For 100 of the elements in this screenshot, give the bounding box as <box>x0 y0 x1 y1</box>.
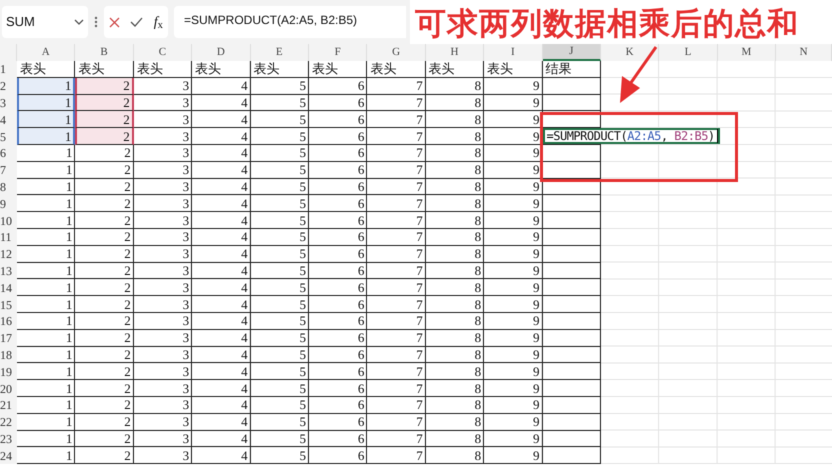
table-cell[interactable]: 4 <box>192 246 251 263</box>
table-cell[interactable]: 1 <box>17 279 76 296</box>
table-cell[interactable]: 6 <box>308 178 368 196</box>
table-cell[interactable]: 9 <box>484 346 543 364</box>
table-cell[interactable]: 1 <box>17 312 76 330</box>
table-cell[interactable]: 7 <box>367 380 426 397</box>
table-cell[interactable]: 8 <box>426 279 484 296</box>
table-cell[interactable]: 4 <box>192 162 251 179</box>
table-cell[interactable]: 2 <box>75 447 134 464</box>
row-header[interactable]: 15 <box>0 296 17 313</box>
table-cell[interactable]: 9 <box>484 144 543 162</box>
table-cell[interactable]: 5 <box>250 430 309 448</box>
table-cell[interactable]: 1 <box>17 111 76 128</box>
cell-editor[interactable]: =SUMPRODUCT(A2:A5, B2:B5) <box>542 128 720 144</box>
table-cell[interactable]: 2 <box>75 312 134 330</box>
table-cell[interactable]: 3 <box>134 330 192 347</box>
table-cell[interactable] <box>542 296 601 313</box>
row-header[interactable]: 21 <box>0 396 17 414</box>
table-cell[interactable]: 3 <box>134 78 192 95</box>
table-cell[interactable]: 2 <box>75 128 134 145</box>
table-cell[interactable]: 5 <box>250 162 309 179</box>
table-cell[interactable]: 7 <box>367 296 426 313</box>
row-header[interactable]: 11 <box>0 228 17 246</box>
column-header[interactable]: B <box>75 44 134 61</box>
table-cell[interactable]: 1 <box>17 162 76 179</box>
row-header[interactable]: 20 <box>0 380 17 397</box>
table-cell[interactable]: 表头 <box>308 61 368 78</box>
table-cell[interactable]: 3 <box>134 346 192 364</box>
table-cell[interactable] <box>542 246 601 263</box>
table-cell[interactable]: 5 <box>250 144 309 162</box>
table-cell[interactable]: 2 <box>75 414 134 431</box>
table-cell[interactable]: 6 <box>308 380 368 397</box>
table-cell[interactable] <box>542 346 601 364</box>
table-cell[interactable]: 6 <box>308 195 368 212</box>
table-cell[interactable]: 表头 <box>367 61 426 78</box>
table-cell[interactable]: 3 <box>134 296 192 313</box>
row-header[interactable]: 2 <box>0 78 17 95</box>
insert-function-button[interactable]: f$_{x}$ <box>154 12 163 32</box>
table-cell[interactable] <box>542 330 601 347</box>
row-header[interactable]: 7 <box>0 162 17 179</box>
table-cell[interactable]: 3 <box>134 380 192 397</box>
table-cell[interactable]: 6 <box>308 262 368 280</box>
table-cell[interactable]: 5 <box>250 228 309 246</box>
table-cell[interactable]: 8 <box>426 447 484 464</box>
table-cell[interactable]: 7 <box>367 430 426 448</box>
table-cell[interactable]: 7 <box>367 279 426 296</box>
table-cell[interactable]: 6 <box>308 414 368 431</box>
table-cell[interactable]: 9 <box>484 262 543 280</box>
row-header[interactable]: 8 <box>0 178 17 196</box>
table-cell[interactable]: 1 <box>17 78 76 95</box>
column-header[interactable]: J <box>542 44 601 61</box>
table-cell[interactable]: 1 <box>17 212 76 229</box>
table-cell[interactable] <box>542 363 601 380</box>
table-cell[interactable]: 6 <box>308 228 368 246</box>
table-cell[interactable]: 3 <box>134 246 192 263</box>
table-cell[interactable]: 5 <box>250 312 309 330</box>
table-cell[interactable]: 5 <box>250 78 309 95</box>
table-cell[interactable]: 3 <box>134 363 192 380</box>
table-cell[interactable]: 9 <box>484 94 543 112</box>
table-cell[interactable]: 9 <box>484 246 543 263</box>
row-header[interactable]: 12 <box>0 246 17 263</box>
table-cell[interactable]: 9 <box>484 279 543 296</box>
row-header[interactable]: 16 <box>0 312 17 330</box>
table-cell[interactable]: 3 <box>134 111 192 128</box>
row-header[interactable]: 10 <box>0 212 17 229</box>
table-cell[interactable]: 5 <box>250 279 309 296</box>
table-cell[interactable]: 7 <box>367 78 426 95</box>
table-cell[interactable]: 5 <box>250 296 309 313</box>
table-cell[interactable]: 表头 <box>250 61 309 78</box>
table-cell[interactable]: 1 <box>17 380 76 397</box>
table-cell[interactable]: 3 <box>134 414 192 431</box>
table-cell[interactable]: 4 <box>192 262 251 280</box>
table-cell[interactable]: 5 <box>250 447 309 464</box>
table-cell[interactable]: 3 <box>134 430 192 448</box>
table-cell[interactable]: 7 <box>367 212 426 229</box>
table-cell[interactable]: 3 <box>134 312 192 330</box>
table-cell[interactable]: 9 <box>484 296 543 313</box>
row-header[interactable]: 24 <box>0 447 17 464</box>
table-cell[interactable]: 2 <box>75 94 134 112</box>
table-cell[interactable]: 9 <box>484 363 543 380</box>
table-cell[interactable]: 6 <box>308 296 368 313</box>
table-cell[interactable] <box>542 312 601 330</box>
table-cell[interactable]: 5 <box>250 330 309 347</box>
row-header[interactable]: 22 <box>0 414 17 431</box>
table-cell[interactable]: 8 <box>426 330 484 347</box>
table-cell[interactable]: 7 <box>367 346 426 364</box>
table-cell[interactable]: 2 <box>75 430 134 448</box>
table-cell[interactable]: 9 <box>484 178 543 196</box>
table-cell[interactable]: 2 <box>75 380 134 397</box>
table-cell[interactable]: 1 <box>17 396 76 414</box>
table-cell[interactable]: 8 <box>426 111 484 128</box>
table-cell[interactable]: 3 <box>134 228 192 246</box>
table-cell[interactable]: 9 <box>484 430 543 448</box>
table-cell[interactable]: 6 <box>308 78 368 95</box>
table-cell[interactable]: 4 <box>192 111 251 128</box>
table-cell[interactable]: 1 <box>17 128 76 145</box>
table-cell[interactable]: 8 <box>426 430 484 448</box>
column-header[interactable]: A <box>17 44 76 61</box>
table-cell[interactable]: 1 <box>17 262 76 280</box>
table-cell[interactable]: 1 <box>17 414 76 431</box>
